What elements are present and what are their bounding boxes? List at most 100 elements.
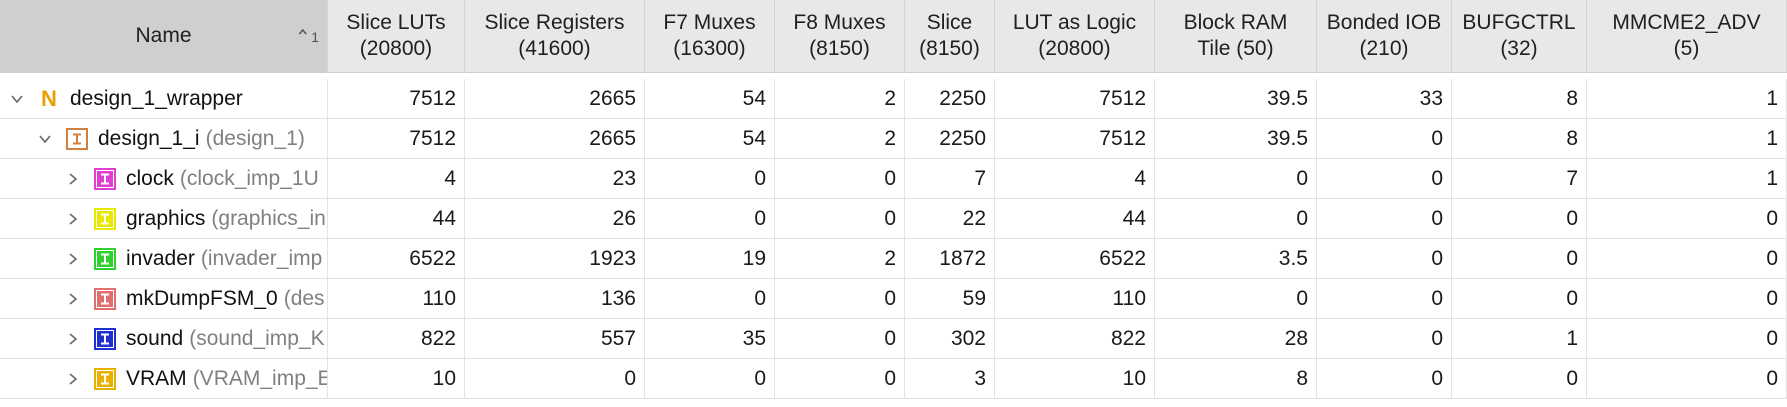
table-cell: 28 (1155, 319, 1317, 358)
chevron-right-icon[interactable] (64, 170, 82, 188)
column-header-capacity: (210) (1359, 37, 1409, 60)
chevron-down-icon[interactable] (36, 130, 54, 148)
row-name-cell: graphics (graphics_in (0, 199, 328, 238)
sort-order-number: 1 (311, 29, 319, 45)
row-module-type: (clock_imp_1U (179, 166, 319, 190)
chevron-right-icon[interactable] (64, 330, 82, 348)
table-cell: 0 (1587, 359, 1787, 398)
table-row[interactable]: clock (clock_imp_1U 4 23 0 0 7 4 0 0 7 1 (0, 159, 1787, 199)
table-cell: 0 (645, 159, 775, 198)
table-cell: 0 (775, 359, 905, 398)
column-header[interactable]: F7 Muxes (16300) (645, 0, 775, 72)
table-cell: 0 (1587, 319, 1787, 358)
column-header-capacity: Tile (50) (1197, 37, 1274, 60)
table-cell: 7512 (328, 79, 465, 118)
chevron-right-icon[interactable] (64, 210, 82, 228)
chevron-right-icon[interactable] (64, 370, 82, 388)
table-cell: 7 (905, 159, 995, 198)
table-cell: 2250 (905, 79, 995, 118)
row-name: mkDumpFSM_0 (126, 286, 278, 310)
table-cell: 7512 (995, 119, 1155, 158)
table-cell: 8 (1452, 119, 1587, 158)
table-cell: 2665 (465, 79, 645, 118)
table-cell: 1 (1587, 159, 1787, 198)
table-cell: 8 (1155, 359, 1317, 398)
row-name-cell: Ndesign_1_wrapper (0, 79, 328, 118)
table-cell: 1 (1452, 319, 1587, 358)
column-header[interactable]: F8 Muxes (8150) (775, 0, 905, 72)
row-name-cell: design_1_i (design_1) (0, 119, 328, 158)
table-cell: 1872 (905, 239, 995, 278)
column-header-name[interactable]: Name ‸ 1 (0, 0, 328, 72)
column-header-label: LUT as Logic (1012, 11, 1137, 34)
table-cell: 7 (1452, 159, 1587, 198)
column-header-label: Name (135, 24, 192, 47)
table-cell: 1923 (465, 239, 645, 278)
column-header[interactable]: BUFGCTRL (32) (1452, 0, 1587, 72)
row-module-type: (invader_imp (200, 246, 323, 270)
table-cell: 4 (328, 159, 465, 198)
table-cell: 35 (645, 319, 775, 358)
table-cell: 8 (1452, 79, 1587, 118)
chevron-right-icon[interactable] (64, 290, 82, 308)
table-row[interactable]: invader (invader_imp 6522 1923 19 2 1872 6522 3.… (0, 239, 1787, 279)
table-cell: 22 (905, 199, 995, 238)
table-row[interactable]: Ndesign_1_wrapper 7512 2665 54 2 2250 7512 39.5… (0, 79, 1787, 119)
table-cell: 822 (328, 319, 465, 358)
table-cell: 0 (1587, 239, 1787, 278)
column-header-capacity: (20800) (359, 37, 433, 60)
table-row[interactable]: VRAM (VRAM_imp_E 10 0 0 0 3 10 8 0 0 0 (0, 359, 1787, 399)
chevron-right-icon[interactable] (64, 250, 82, 268)
module-icon (94, 167, 116, 190)
row-name-cell: invader (invader_imp (0, 239, 328, 278)
column-header-label: Slice (926, 11, 973, 34)
row-name-cell: VRAM (VRAM_imp_E (0, 359, 328, 398)
table-row[interactable]: sound (sound_imp_K 822 557 35 0 302 822 28 0 1 0 (0, 319, 1787, 359)
column-header[interactable]: MMCME2_ADV (5) (1587, 0, 1787, 72)
table-cell: 26 (465, 199, 645, 238)
sort-ascending-icon: ‸ (298, 4, 308, 34)
table-cell: 33 (1317, 79, 1452, 118)
column-header-label: Slice Registers (484, 11, 625, 34)
table-row[interactable]: design_1_i (design_1) 7512 2665 54 2 2250 7512 3… (0, 119, 1787, 159)
top-module-icon: N (41, 85, 57, 111)
column-header[interactable]: Bonded IOB (210) (1317, 0, 1452, 72)
table-cell: 1 (1587, 119, 1787, 158)
table-cell: 0 (1452, 239, 1587, 278)
chevron-down-icon[interactable] (8, 90, 26, 108)
column-header-label: Block RAM (1183, 11, 1288, 34)
column-header-label: BUFGCTRL (1462, 11, 1576, 34)
column-header[interactable]: Block RAM Tile (50) (1155, 0, 1317, 72)
column-header[interactable]: Slice (8150) (905, 0, 995, 72)
table-cell: 557 (465, 319, 645, 358)
row-name: invader (126, 246, 195, 270)
table-row[interactable]: graphics (graphics_in 44 26 0 0 22 44 0 0 0 0 (0, 199, 1787, 239)
sort-indicator: ‸ 1 (298, 4, 319, 50)
table-cell: 44 (328, 199, 465, 238)
table-cell: 0 (1587, 279, 1787, 318)
column-header-label: MMCME2_ADV (1612, 11, 1761, 34)
column-header[interactable]: Slice LUTs (20800) (328, 0, 465, 72)
table-cell: 2 (775, 79, 905, 118)
table-cell: 0 (1587, 199, 1787, 238)
table-cell: 0 (465, 359, 645, 398)
column-header-capacity: (8150) (809, 37, 870, 60)
module-icon (94, 247, 116, 270)
module-icon (94, 287, 116, 310)
table-cell: 0 (1317, 159, 1452, 198)
table-cell: 7512 (995, 79, 1155, 118)
table-cell: 39.5 (1155, 119, 1317, 158)
table-cell: 6522 (995, 239, 1155, 278)
table-cell: 0 (775, 319, 905, 358)
column-header[interactable]: Slice Registers (41600) (465, 0, 645, 72)
table-cell: 0 (1317, 319, 1452, 358)
column-header[interactable]: LUT as Logic (20800) (995, 0, 1155, 72)
table-cell: 0 (775, 279, 905, 318)
row-module-type: (des (283, 286, 325, 310)
row-name: design_1_wrapper (70, 86, 243, 110)
table-row[interactable]: mkDumpFSM_0 (des 110 136 0 0 59 110 0 0 0 0 (0, 279, 1787, 319)
row-module-type: (design_1) (205, 126, 305, 150)
column-header-capacity: (20800) (1038, 37, 1111, 60)
row-name: design_1_i (98, 126, 200, 150)
row-module-type: (VRAM_imp_E (192, 366, 328, 390)
